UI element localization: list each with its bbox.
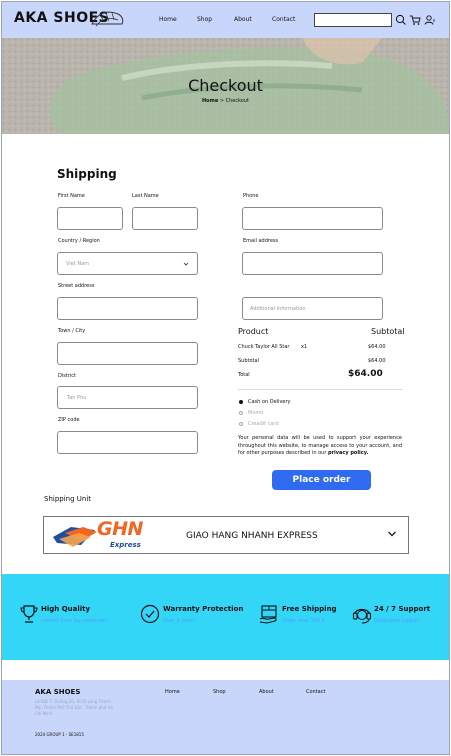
feature-shipping-subtitle: Order over 150 $	[282, 618, 325, 624]
feature-warranty-title: Warranty Protection	[163, 605, 244, 613]
feature-quality-title: High Quality	[41, 605, 91, 613]
ghn-logo-text: GHN	[97, 518, 143, 540]
feature-support-title: 24 / 7 Support	[374, 605, 431, 613]
country-value: Viet Nam	[66, 261, 90, 267]
check-badge-icon	[140, 604, 160, 624]
payment-radio-cod[interactable]	[239, 400, 243, 404]
phone-label: Phone	[243, 193, 259, 199]
first-name-field[interactable]	[57, 207, 123, 230]
subtotal-value: $64.00	[368, 358, 386, 364]
place-order-button[interactable]: Place order	[272, 470, 371, 490]
payment-radio-momo[interactable]	[239, 411, 243, 415]
shipping-unit-heading: Shipping Unit	[44, 495, 92, 503]
last-name-field[interactable]	[132, 207, 198, 230]
trophy-icon	[20, 605, 38, 623]
additional-info-placeholder: Additional information	[250, 306, 306, 312]
first-name-label: First Name	[58, 193, 85, 199]
feature-quality-subtitle: crafted from top materials	[41, 618, 107, 624]
footer-about-link[interactable]: About	[259, 689, 274, 695]
footer-shop-link[interactable]: Shop	[213, 689, 226, 695]
street-label: Street address	[58, 283, 95, 289]
footer-home-link[interactable]: Home	[165, 689, 180, 695]
last-name-label: Last Name	[132, 193, 159, 199]
footer-copyright: 2024 GROUP 1 - SE1815	[35, 732, 84, 737]
ghn-logo-subtext: Express	[110, 541, 141, 549]
district-field[interactable]: Tan Phu	[57, 386, 198, 409]
cart-icon[interactable]	[409, 14, 421, 26]
shipping-heading: Shipping	[57, 167, 117, 181]
district-placeholder: Tan Phu	[67, 395, 87, 401]
hero-banner: Checkout Home > Checkout	[2, 38, 449, 134]
additional-info-field[interactable]: Additional information	[242, 297, 383, 320]
total-value: $64.00	[348, 369, 383, 379]
zip-label: ZIP code	[58, 417, 80, 423]
footer-address: Lô Đất 7, Đường D1, Bí Dĩ Long Thạnh Mỹ,…	[35, 699, 113, 716]
breadcrumb-current: Checkout	[225, 98, 250, 104]
town-field[interactable]	[57, 342, 198, 365]
nav-home-link[interactable]: Home	[159, 16, 177, 23]
chevron-down-icon	[183, 262, 189, 266]
payment-radio-card[interactable]	[239, 422, 243, 426]
feature-support-subtitle: Dedicated support	[374, 618, 421, 624]
payment-cod-label: Cash on Delivery	[248, 399, 291, 405]
nav-contact-link[interactable]: Contact	[272, 16, 295, 23]
subtotal-header: Subtotal	[371, 327, 405, 336]
nav-shop-link[interactable]: Shop	[197, 16, 212, 23]
town-label: Town / City	[58, 328, 86, 334]
support-headset-icon	[352, 608, 372, 624]
footer-brand: AKA SHOES	[35, 688, 81, 696]
summary-divider	[238, 389, 403, 390]
nav-about-link[interactable]: About	[234, 16, 252, 23]
chevron-down-icon[interactable]	[387, 530, 397, 538]
email-label: Email address	[243, 238, 279, 244]
shipping-box-icon	[259, 605, 277, 624]
features-band	[2, 574, 449, 660]
zip-field[interactable]	[57, 431, 198, 454]
privacy-notice: Your personal data will be used to suppo…	[238, 435, 402, 458]
subtotal-label: Subtotal	[238, 358, 259, 364]
shipping-unit-name: GIAO HANG NHANH EXPRESS	[186, 531, 318, 541]
country-select[interactable]: Viet Nam	[57, 252, 198, 275]
user-icon[interactable]	[424, 14, 436, 26]
breadcrumb-home[interactable]: Home	[202, 98, 218, 104]
checkout-page: AKA SHOES Home Shop About Contact Checko…	[1, 1, 450, 755]
payment-momo-label: Momo	[248, 410, 264, 416]
street-field[interactable]	[57, 297, 198, 320]
product-header: Product	[238, 327, 269, 336]
shoe-logo-icon	[91, 11, 124, 27]
feature-warranty-subtitle: Over 2 years	[163, 618, 196, 624]
district-label: District	[58, 373, 76, 379]
feature-shipping-title: Free Shipping	[282, 605, 337, 613]
item-name: Chuck Taylor All Star	[238, 344, 290, 350]
total-label: Total	[238, 372, 250, 378]
item-quantity: x1	[301, 344, 308, 350]
payment-card-label: Creadit card	[248, 421, 279, 427]
search-input[interactable]	[314, 13, 392, 27]
page-title: Checkout	[188, 76, 263, 95]
footer-contact-link[interactable]: Contact	[306, 689, 325, 695]
breadcrumb-separator: >	[219, 98, 225, 104]
phone-field[interactable]	[242, 207, 383, 230]
search-icon[interactable]	[395, 14, 407, 26]
email-field[interactable]	[242, 252, 383, 275]
privacy-policy-link[interactable]: privacy policy.	[328, 450, 368, 456]
breadcrumb: Home > Checkout	[2, 98, 449, 104]
privacy-notice-text: Your personal data will be used to suppo…	[238, 435, 402, 456]
country-label: Country / Region	[58, 238, 100, 244]
item-price: $64.00	[368, 344, 386, 350]
